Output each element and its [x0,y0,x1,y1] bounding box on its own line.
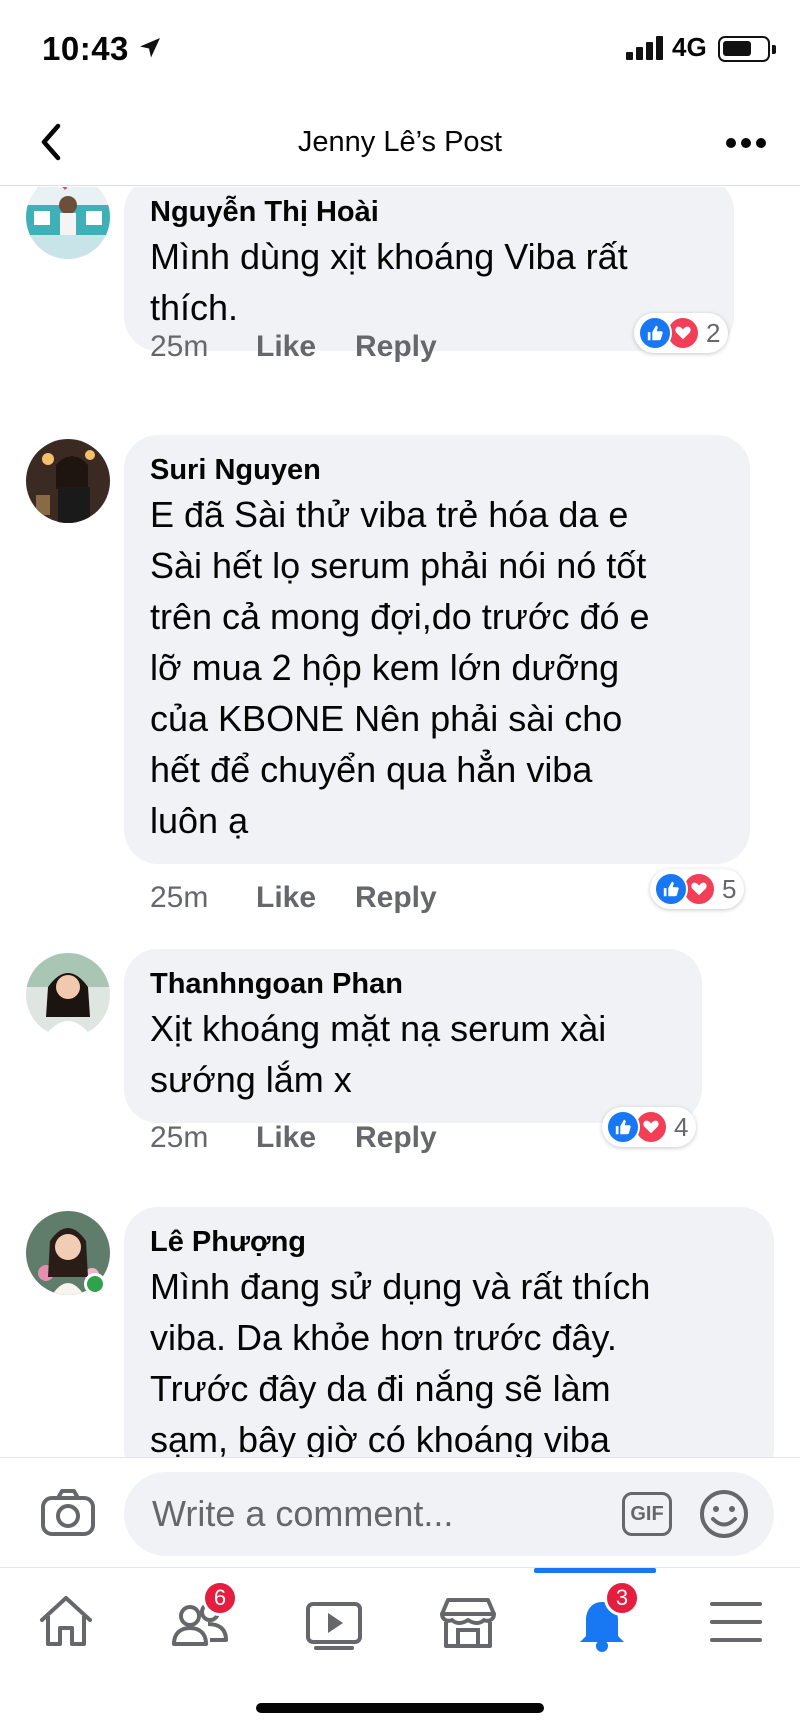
tab-home[interactable] [34,1590,98,1654]
reply-button[interactable]: Reply [355,1121,437,1155]
notifications-badge: 3 [604,1580,640,1616]
comment-text: E đã Sài thử viba trẻ hóa da e Sài hết l… [150,494,650,841]
comment-bubble[interactable]: Thanhngoan Phan Xịt khoáng mặt nạ serum … [124,949,702,1123]
friends-badge: 6 [202,1580,238,1616]
comment-author[interactable]: Lê Phượng [150,1223,748,1261]
like-reaction-icon [606,1110,640,1144]
status-time: 10:43 [42,30,129,67]
tab-marketplace[interactable] [436,1590,500,1654]
comment-author[interactable]: Nguyễn Thị Hoài [150,193,708,231]
comment-bubble[interactable]: Suri Nguyen E đã Sài thử viba trẻ hóa da… [124,435,750,864]
reply-button[interactable]: Reply [355,330,437,364]
avatar[interactable] [26,439,110,523]
marketplace-icon [440,1598,496,1648]
comment-time: 25m [150,330,209,363]
home-icon [40,1596,92,1646]
comment-time: 25m [150,881,209,914]
status-bar: 10:43 4G [0,0,800,100]
comment-text: Xịt khoáng mặt nạ serum xài sướng lắm x [150,1008,607,1100]
comment-author[interactable]: Suri Nguyen [150,451,724,489]
comment-bubble[interactable]: Lê Phượng Mình đang sử dụng và rất thích… [124,1207,774,1457]
comment-text: Mình đang sử dụng và rất thích viba. Da … [150,1266,651,1457]
comment-input[interactable] [124,1472,774,1556]
reaction-count: 2 [706,317,721,348]
reaction-count: 5 [722,873,737,904]
like-reaction-icon [654,872,688,906]
battery-icon [718,36,776,62]
signal-icon [626,36,664,60]
network-label: 4G [672,32,707,62]
like-button[interactable]: Like [256,330,316,364]
menu-icon [710,1602,762,1642]
tab-friends[interactable]: 6 [168,1580,238,1654]
tab-notifications[interactable]: 3 [534,1568,656,1654]
reaction-summary[interactable]: 5 [650,869,745,909]
like-button[interactable]: Like [256,881,316,915]
camera-icon[interactable] [40,1488,96,1538]
like-button[interactable]: Like [256,1121,316,1155]
watch-icon [306,1602,362,1650]
comment-time: 25m [150,1121,209,1154]
comment-list[interactable]: Nguyễn Thị Hoài Mình dùng xịt khoáng Vib… [0,187,800,1457]
gif-icon[interactable]: GIF [622,1492,672,1536]
like-reaction-icon [638,316,672,350]
reaction-summary[interactable]: 4 [602,1107,697,1147]
reaction-summary[interactable]: 2 [634,313,729,353]
post-header: Jenny Lê’s Post [0,100,800,186]
location-arrow-icon [140,38,160,58]
emoji-icon[interactable] [698,1488,750,1540]
more-icon[interactable] [726,138,766,148]
avatar[interactable] [26,953,110,1037]
reply-button[interactable]: Reply [355,881,437,915]
reaction-count: 4 [674,1111,689,1142]
tab-menu[interactable] [704,1590,768,1654]
comment-composer: GIF [0,1457,800,1567]
tab-watch[interactable] [302,1590,366,1654]
avatar[interactable] [26,187,110,259]
page-title: Jenny Lê’s Post [297,126,503,158]
home-indicator [256,1703,544,1713]
online-status-icon [84,1273,106,1295]
comment-author[interactable]: Thanhngoan Phan [150,965,676,1003]
comment-text: Mình dùng xịt khoáng Viba rất thích. [150,236,628,328]
